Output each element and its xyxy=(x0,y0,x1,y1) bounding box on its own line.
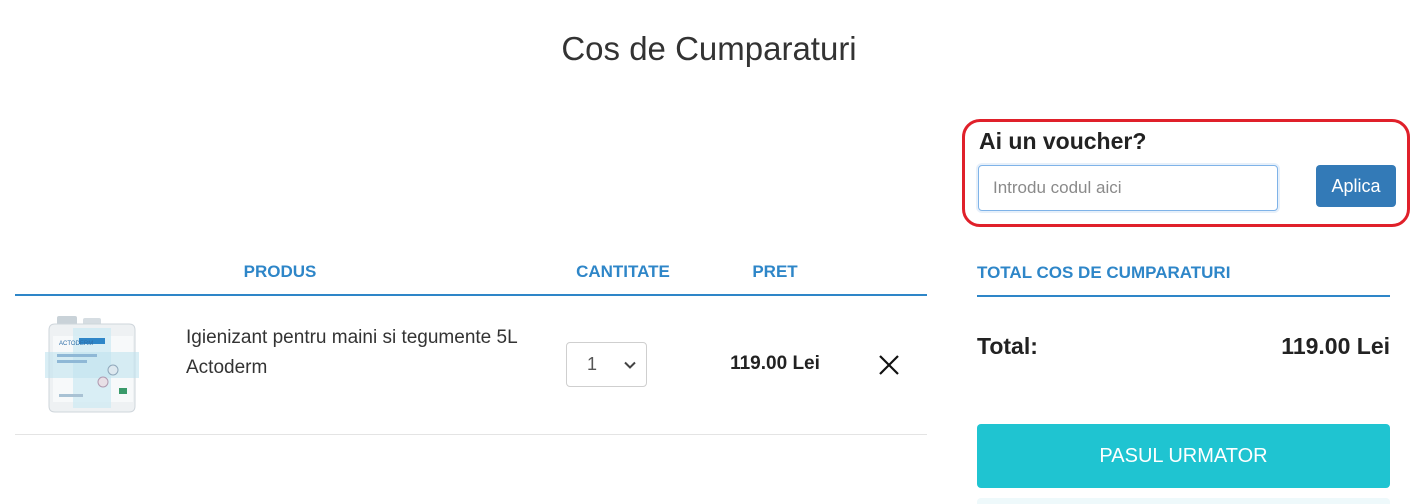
quantity-value: 1 xyxy=(587,354,598,374)
column-header-price: PRET xyxy=(752,262,798,281)
voucher-title: Ai un voucher? xyxy=(979,128,1147,154)
column-header-product: PRODUS xyxy=(243,262,317,281)
quantity-select[interactable]: 1 xyxy=(566,342,647,387)
close-icon[interactable] xyxy=(877,353,901,377)
divider xyxy=(977,295,1390,297)
column-header-quantity: CANTITATE xyxy=(576,262,670,281)
product-name[interactable]: Igienizant pentru maini si tegumente 5L … xyxy=(186,323,536,383)
page-title: Cos de Cumparaturi xyxy=(561,30,857,67)
chevron-down-icon xyxy=(624,361,636,369)
cart-table-header: PRODUS CANTITATE PRET xyxy=(15,258,927,296)
cart-page: Cos de Cumparaturi Ai un voucher? Aplica… xyxy=(0,0,1418,504)
voucher-code-input[interactable] xyxy=(978,165,1278,211)
cart-totals-title: TOTAL COS DE CUMPARATURI xyxy=(977,263,1231,282)
cart-item-row: ACTODERM Igienizant pentru maini si tegu… xyxy=(15,296,927,435)
apply-voucher-button[interactable]: Aplica xyxy=(1316,165,1396,207)
svg-text:ACTODERM: ACTODERM xyxy=(59,341,93,347)
product-canister-image[interactable]: ACTODERM xyxy=(43,314,141,414)
total-label: Total: xyxy=(977,333,1038,359)
voucher-section: Ai un voucher? Aplica xyxy=(962,119,1410,227)
item-price: 119.00 Lei xyxy=(730,353,820,374)
next-button-shadow xyxy=(977,498,1390,504)
next-step-button[interactable]: PASUL URMATOR xyxy=(977,424,1390,488)
total-value: 119.00 Lei xyxy=(1281,333,1390,359)
